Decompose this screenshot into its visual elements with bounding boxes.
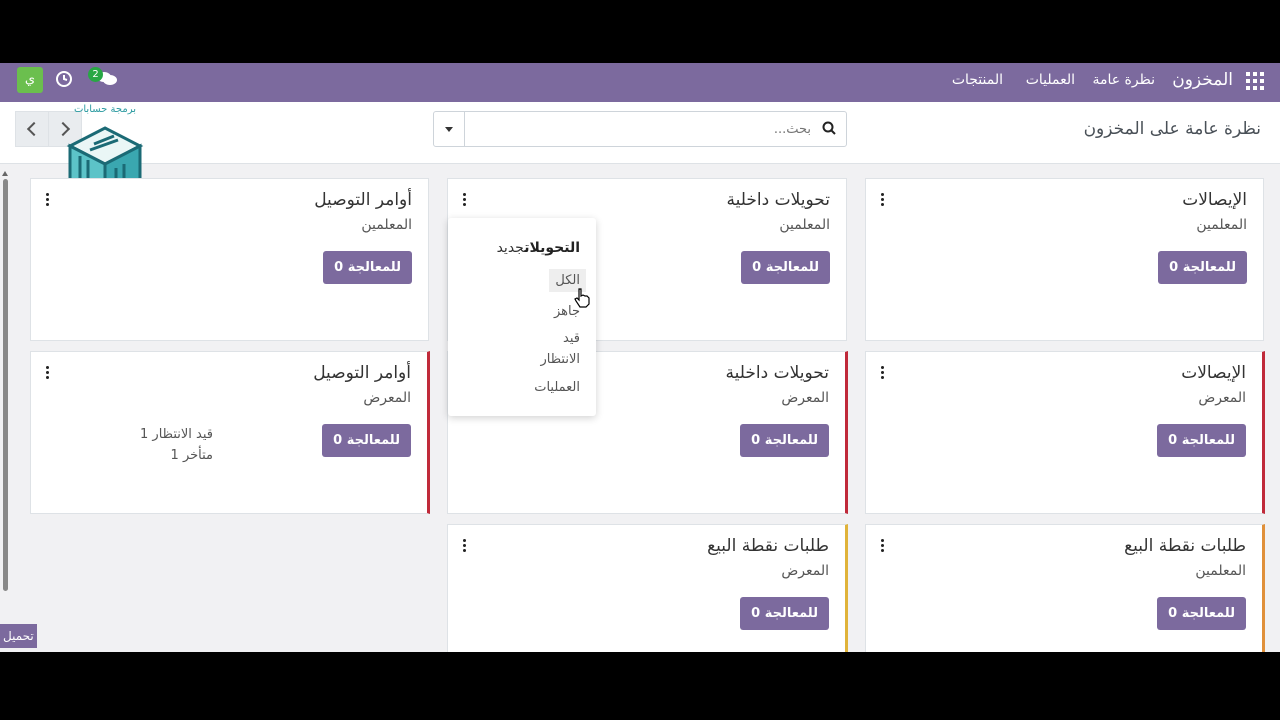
card-menu-icon[interactable] — [463, 539, 467, 553]
card-title[interactable]: الإيصالات — [1181, 363, 1246, 383]
dropdown-header: التحويلاتجديد — [496, 240, 580, 256]
card-menu-icon[interactable] — [46, 193, 50, 207]
menu-operations[interactable]: العمليات — [1026, 72, 1075, 88]
card-subtitle: المعلمين — [1195, 563, 1246, 579]
to-process-button[interactable]: 0 للمعالجة — [740, 597, 829, 630]
app-window: المخزون نظرة عامة العمليات المنتجات ي 2 … — [0, 63, 1280, 652]
to-process-button[interactable]: 0 للمعالجة — [1158, 251, 1247, 284]
app-brand[interactable]: المخزون — [1172, 70, 1233, 90]
card-pos-orders-exhibit: طلبات نقطة البيع المعرض 0 للمعالجة — [447, 524, 848, 652]
card-delivery-exhibit: أوامر التوصيل المعرض 0 للمعالجة 1 قيد ال… — [30, 351, 430, 514]
page-title: نظرة عامة على المخزون — [1083, 119, 1261, 139]
search-box — [433, 111, 847, 147]
search-input[interactable] — [469, 115, 813, 143]
card-receipts-teachers: الإيصالات المعلمين 0 للمعالجة — [865, 178, 1264, 341]
to-process-button[interactable]: 0 للمعالجة — [323, 251, 412, 284]
dropdown-item-waiting-1[interactable]: قيد — [563, 331, 580, 346]
dropdown-item-operations[interactable]: العمليات — [534, 380, 580, 395]
card-subtitle: المعلمين — [1196, 217, 1247, 233]
hand-cursor-icon — [574, 288, 590, 308]
menu-products[interactable]: المنتجات — [952, 72, 1003, 88]
card-menu-icon[interactable] — [46, 366, 50, 380]
user-avatar[interactable]: ي — [17, 67, 43, 93]
scrollbar[interactable] — [2, 171, 8, 591]
card-subtitle: المعرض — [781, 390, 829, 406]
to-process-button[interactable]: 0 للمعالجة — [740, 424, 829, 457]
card-title[interactable]: أوامر التوصيل — [313, 363, 411, 383]
menu-overview[interactable]: نظرة عامة — [1092, 72, 1155, 88]
scroll-up-icon[interactable] — [2, 171, 8, 176]
card-menu-icon[interactable] — [881, 539, 885, 553]
to-process-button[interactable]: 0 للمعالجة — [322, 424, 411, 457]
apps-grid-icon[interactable] — [1246, 72, 1264, 90]
card-title[interactable]: طلبات نقطة البيع — [1124, 536, 1246, 556]
card-title[interactable]: تحويلات داخلية — [727, 190, 830, 210]
activity-clock-icon[interactable] — [55, 70, 73, 88]
card-title[interactable]: تحويلات داخلية — [726, 363, 829, 383]
top-navbar: المخزون نظرة عامة العمليات المنتجات ي 2 — [0, 63, 1280, 102]
control-panel: نظرة عامة على المخزون برمجة حسابات — [0, 102, 1280, 206]
dropdown-new-link[interactable]: جديد — [497, 240, 525, 256]
card-title[interactable]: طلبات نقطة البيع — [707, 536, 829, 556]
card-receipts-exhibit: الإيصالات المعرض 0 للمعالجة — [865, 351, 1265, 514]
card-subtitle: المعلمين — [361, 217, 412, 233]
pager-previous-button[interactable] — [15, 111, 49, 147]
card-subtitle: المعلمين — [779, 217, 830, 233]
to-process-button[interactable]: 0 للمعالجة — [1157, 597, 1246, 630]
card-menu-icon[interactable] — [881, 366, 885, 380]
to-process-button[interactable]: 0 للمعالجة — [1157, 424, 1246, 457]
late-count-link[interactable]: 1 متأخر — [31, 448, 213, 463]
card-subtitle: المعرض — [1198, 390, 1246, 406]
to-process-button[interactable]: 0 للمعالجة — [741, 251, 830, 284]
card-subtitle: المعرض — [781, 563, 829, 579]
card-dropdown-menu: التحويلاتجديد الكل جاهز قيد الانتظار الع… — [448, 218, 596, 416]
card-title[interactable]: أوامر التوصيل — [314, 190, 412, 210]
scroll-thumb[interactable] — [3, 179, 8, 591]
search-options-toggle[interactable] — [434, 112, 465, 146]
card-subtitle: المعرض — [363, 390, 411, 406]
card-delivery-teachers: أوامر التوصيل المعلمين 0 للمعالجة — [30, 178, 429, 341]
chat-count-badge: 2 — [88, 67, 103, 82]
dropdown-item-waiting-2[interactable]: الانتظار — [541, 352, 580, 367]
card-pos-orders-teachers: طلبات نقطة البيع المعلمين 0 للمعالجة — [865, 524, 1265, 652]
search-icon — [822, 121, 836, 135]
card-title[interactable]: الإيصالات — [1182, 190, 1247, 210]
loading-indicator: تحميل — [0, 624, 37, 648]
waiting-count-link[interactable]: 1 قيد الانتظار — [31, 427, 213, 442]
card-menu-icon[interactable] — [881, 193, 885, 207]
card-menu-icon[interactable] — [463, 193, 467, 207]
